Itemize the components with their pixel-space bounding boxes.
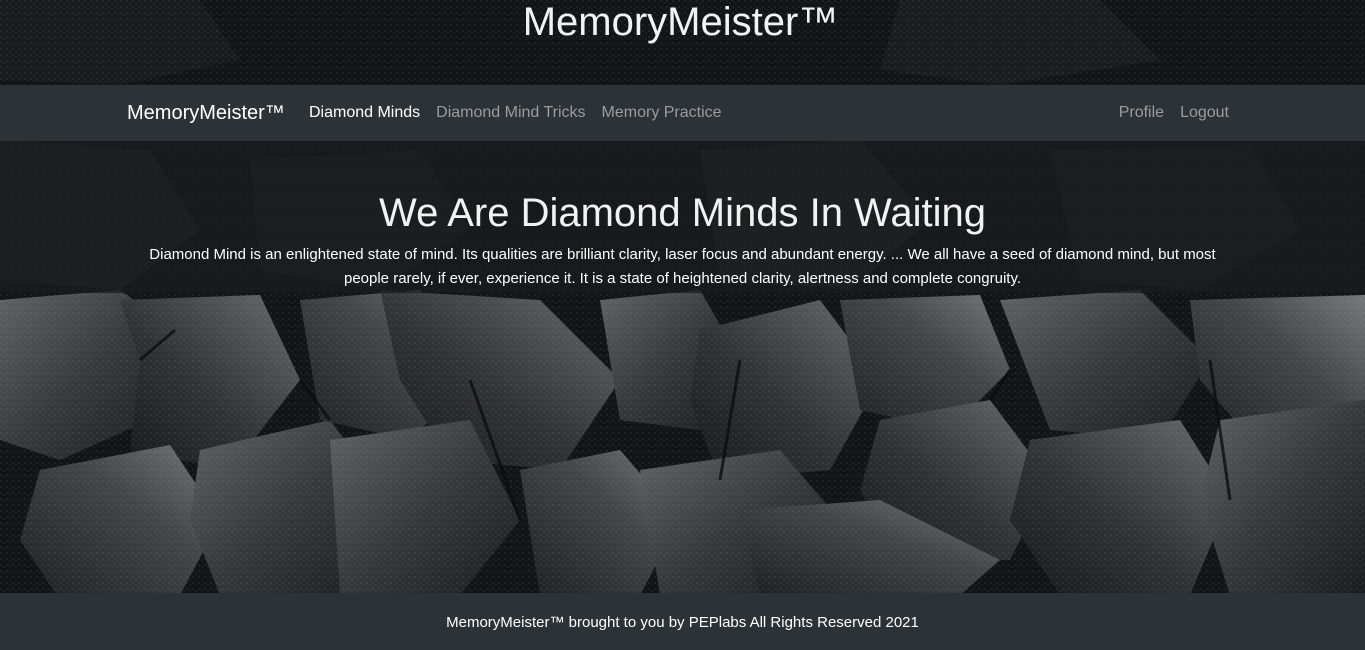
- site-header: MemoryMeister™: [0, 0, 1365, 85]
- navbar-brand[interactable]: MemoryMeister™: [127, 85, 285, 141]
- hero-heading: We Are Diamond Minds In Waiting: [379, 191, 986, 235]
- nav-link-diamond-mind-tricks[interactable]: Diamond Mind Tricks: [428, 104, 593, 122]
- navbar: MemoryMeister™ Diamond Minds Diamond Min…: [0, 85, 1365, 141]
- nav-links: Diamond Minds Diamond Mind Tricks Memory…: [301, 85, 730, 141]
- nav-link-logout[interactable]: Logout: [1172, 104, 1237, 122]
- hero-text: Diamond Mind is an enlightened state of …: [149, 246, 1216, 287]
- nav-link-profile[interactable]: Profile: [1111, 104, 1172, 122]
- nav-link-memory-practice[interactable]: Memory Practice: [594, 104, 730, 122]
- nav-link-diamond-minds[interactable]: Diamond Minds: [301, 104, 428, 122]
- footer-text: MemoryMeister™ brought to you by PEPlabs…: [446, 614, 919, 631]
- site-title: MemoryMeister™: [522, 0, 839, 44]
- hero-section: We Are Diamond Minds In Waiting Diamond …: [0, 141, 1365, 293]
- footer: MemoryMeister™ brought to you by PEPlabs…: [0, 593, 1365, 650]
- nav-account-links: Profile Logout: [1111, 85, 1237, 141]
- page: MemoryMeister™ MemoryMeister™ Diamond Mi…: [0, 0, 1365, 650]
